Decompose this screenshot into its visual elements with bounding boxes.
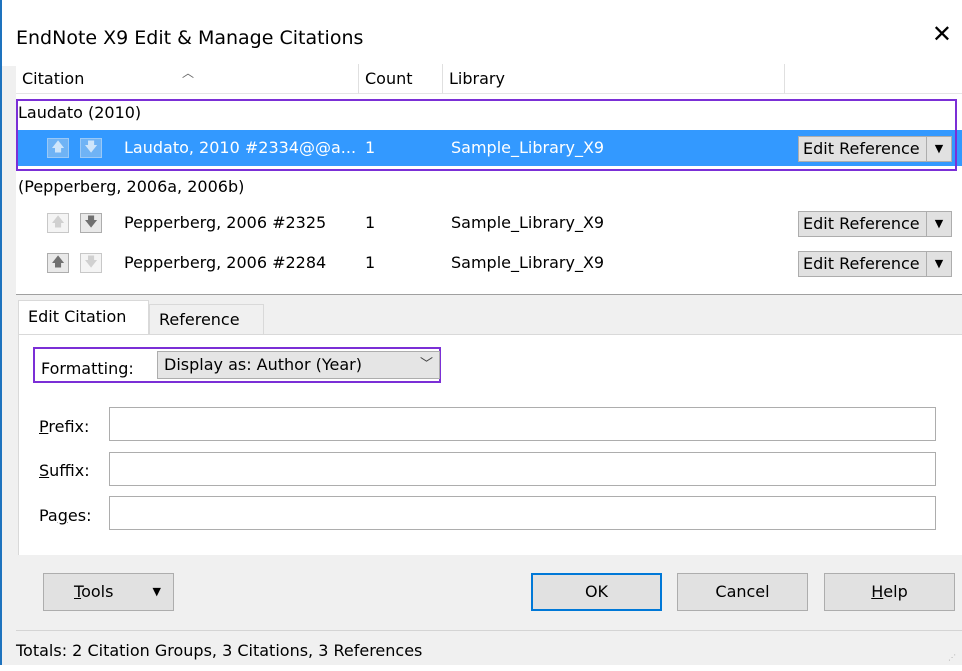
suffix-field[interactable]	[109, 452, 936, 486]
dropdown-arrow-icon[interactable]: ▼	[926, 212, 951, 236]
dialog-window: EndNote X9 Edit & Manage Citations ✕ Cit…	[0, 0, 962, 665]
status-bar: Totals: 2 Citation Groups, 3 Citations, …	[16, 630, 962, 666]
column-header-count[interactable]: Count	[359, 64, 443, 94]
citation-group-header[interactable]: (Pepperberg, 2006a, 2006b)	[18, 171, 244, 203]
library-cell: Sample_Library_X9	[451, 213, 605, 232]
column-header-blank	[785, 64, 962, 94]
formatting-label: Formatting:	[41, 359, 134, 378]
edit-reference-label: Edit Reference	[803, 214, 920, 233]
tab-edit-citation[interactable]: Edit Citation	[18, 300, 149, 335]
move-up-arrow-icon: 🡅	[47, 213, 69, 233]
column-header-label: Library	[449, 69, 505, 88]
tools-label: Tools	[74, 574, 113, 610]
prefix-label-accel: P	[39, 417, 49, 436]
count-cell: 1	[365, 253, 376, 272]
move-up-arrow-icon: 🡅	[47, 138, 69, 158]
citation-row[interactable]: 🡅 🡇 Laudato, 2010 #2334@@a... 1 Sample_L…	[16, 130, 962, 166]
edit-reference-dropdown[interactable]: Edit Reference ▼	[798, 211, 952, 237]
close-icon[interactable]: ✕	[932, 22, 952, 46]
pages-label-pre: Pa	[39, 506, 58, 525]
cancel-button[interactable]: Cancel	[677, 573, 808, 611]
tools-button[interactable]: Tools ▼	[43, 573, 174, 611]
count-cell: 1	[365, 213, 376, 232]
dropdown-arrow-icon: ▼	[152, 585, 161, 598]
help-label-accel: H	[871, 582, 884, 601]
tools-label-accel: T	[74, 582, 82, 601]
library-cell: Sample_Library_X9	[451, 138, 605, 157]
tools-label-text: ools	[81, 582, 114, 601]
formatting-value: Display as: Author (Year)	[164, 355, 362, 374]
pages-label-text: es:	[67, 506, 92, 525]
status-text: Totals: 2 Citation Groups, 3 Citations, …	[16, 641, 423, 660]
chevron-down-icon: ﹀	[419, 357, 433, 372]
move-down-arrow-icon[interactable]: 🡇	[80, 213, 102, 233]
dropdown-arrow-icon[interactable]: ▼	[926, 252, 951, 276]
column-header-citation[interactable]: Citation ︿	[16, 64, 359, 94]
suffix-label-text: uffix:	[49, 461, 90, 480]
citation-row[interactable]: 🡅 🡇 Pepperberg, 2006 #2325 1 Sample_Libr…	[16, 205, 962, 241]
ok-button[interactable]: OK	[531, 573, 662, 611]
dropdown-arrow-icon[interactable]: ▼	[926, 137, 951, 161]
prefix-label: Prefix:	[39, 417, 89, 436]
count-cell: 1	[365, 138, 376, 157]
column-header-label: Citation	[22, 69, 85, 88]
tab-reference[interactable]: Reference	[149, 304, 264, 335]
edit-reference-label: Edit Reference	[803, 254, 920, 273]
prefix-label-text: refix:	[48, 417, 90, 436]
resize-grip-icon[interactable]: ⋰	[948, 654, 956, 662]
window-title: EndNote X9 Edit & Manage Citations	[16, 27, 364, 49]
citation-cell: Pepperberg, 2006 #2325	[124, 213, 327, 232]
formatting-select[interactable]: Display as: Author (Year) ﹀	[157, 351, 440, 379]
sort-ascending-icon: ︿	[182, 66, 195, 80]
pages-field[interactable]	[109, 496, 936, 530]
citation-grid: Citation ︿ Count Library Laudato (2010) …	[16, 64, 962, 295]
prefix-field[interactable]	[109, 407, 936, 441]
edit-reference-label: Edit Reference	[803, 139, 920, 158]
suffix-label-accel: S	[39, 461, 50, 480]
column-header-library[interactable]: Library	[443, 64, 785, 94]
edit-reference-dropdown[interactable]: Edit Reference ▼	[798, 251, 952, 277]
suffix-label: Suffix:	[39, 461, 90, 480]
move-down-arrow-icon: 🡇	[80, 138, 102, 158]
help-label-text: elp	[883, 582, 908, 601]
pages-label-accel: g	[57, 506, 68, 525]
citation-cell: Pepperberg, 2006 #2284	[124, 253, 327, 272]
column-header-label: Count	[365, 69, 413, 88]
title-bar: EndNote X9 Edit & Manage Citations ✕	[2, 0, 962, 66]
edit-reference-dropdown[interactable]: Edit Reference ▼	[798, 136, 952, 162]
citation-group-header[interactable]: Laudato (2010)	[18, 97, 141, 129]
citation-row[interactable]: 🡅 🡇 Pepperberg, 2006 #2284 1 Sample_Libr…	[16, 245, 962, 281]
help-button[interactable]: Help	[824, 573, 955, 611]
citation-cell: Laudato, 2010 #2334@@a...	[124, 138, 357, 157]
library-cell: Sample_Library_X9	[451, 253, 605, 272]
move-down-arrow-icon: 🡇	[80, 253, 102, 273]
pages-label: Pages:	[39, 506, 91, 525]
move-up-arrow-icon[interactable]: 🡅	[47, 253, 69, 273]
